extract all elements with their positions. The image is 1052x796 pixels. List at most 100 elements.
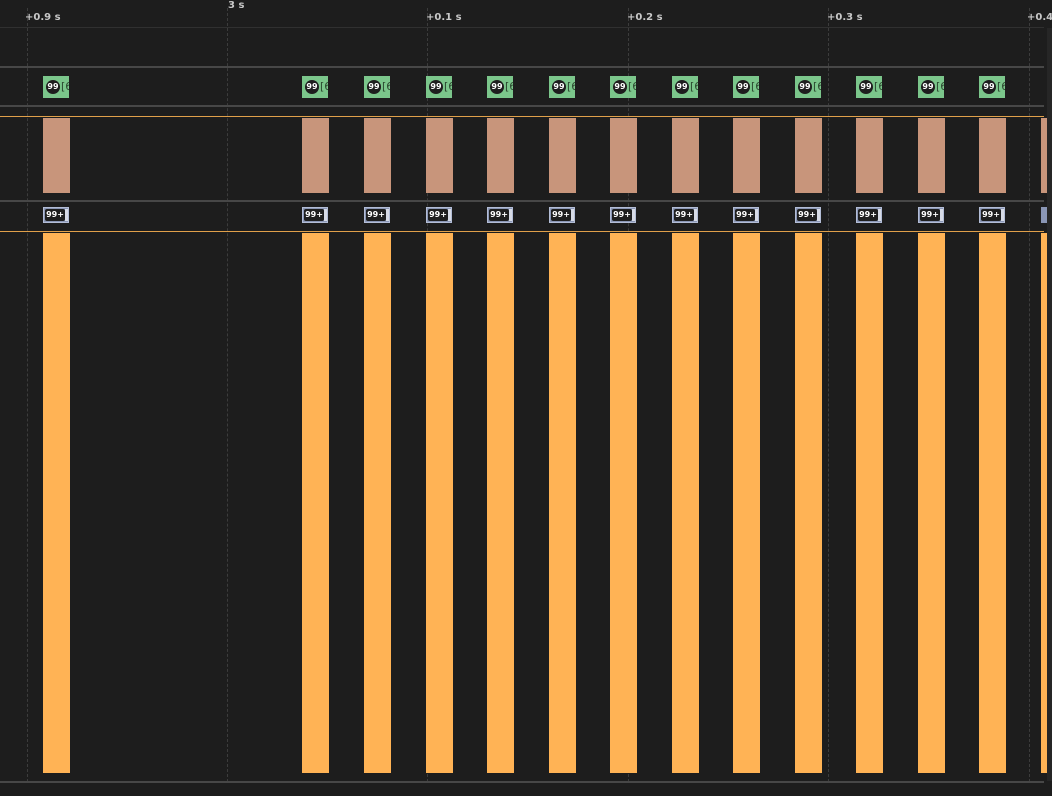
activity-block[interactable] (856, 118, 883, 193)
track-separator (0, 27, 1044, 28)
flag-marker[interactable]: 99+ (979, 207, 1005, 223)
marker-label: [6 (874, 80, 882, 93)
tick-label: +0.3 s (827, 12, 863, 23)
tick-label: +0.9 s (25, 12, 61, 23)
marker-badge[interactable]: 99 [6 (426, 76, 452, 98)
flag-tail (324, 209, 327, 221)
activity-block[interactable] (795, 118, 822, 193)
flag-marker[interactable]: 99+ (487, 207, 513, 223)
activity-bar[interactable] (733, 233, 760, 773)
marker-badge[interactable]: 99 [6 (795, 76, 821, 98)
activity-bar[interactable] (364, 233, 391, 773)
flag-tail (386, 209, 389, 221)
flag-marker[interactable]: 99+ (672, 207, 698, 223)
flag-marker[interactable]: 99+ (856, 207, 882, 223)
flag-tail (755, 209, 758, 221)
vertical-scrollbar[interactable] (1047, 28, 1052, 781)
marker-badge[interactable]: 99 [6 (549, 76, 575, 98)
activity-bar[interactable] (672, 233, 699, 773)
marker-label: [6 (813, 80, 821, 93)
flag-track: 99+ 99+ 99+ 99+ 99+ 99+ 99+ 99+ 99+ 99+ … (0, 202, 1052, 231)
activity-bar[interactable] (610, 233, 637, 773)
flag-marker[interactable]: 99+ (426, 207, 452, 223)
count-badge: 99+ (489, 209, 509, 221)
marker-label: [6 (936, 80, 944, 93)
flag-marker[interactable]: 99+ (302, 207, 328, 223)
activity-block[interactable] (733, 118, 760, 193)
count-badge: 99 (675, 80, 689, 94)
flag-marker[interactable]: 99+ (43, 207, 69, 223)
marker-badge[interactable]: 99 [6 (610, 76, 636, 98)
flag-tail (1001, 209, 1004, 221)
activity-block[interactable] (672, 118, 699, 193)
marker-label: [6 (505, 80, 513, 93)
flag-tail (817, 209, 820, 221)
flag-marker[interactable]: 99+ (364, 207, 390, 223)
activity-bar[interactable] (302, 233, 329, 773)
marker-badge[interactable]: 99 [6 (364, 76, 390, 98)
count-badge: 99+ (45, 209, 65, 221)
activity-block[interactable] (610, 118, 637, 193)
count-badge: 99+ (551, 209, 571, 221)
activity-bar[interactable] (43, 233, 70, 773)
activity-bar[interactable] (856, 233, 883, 773)
flag-marker[interactable]: 99+ (549, 207, 575, 223)
count-badge: 99+ (366, 209, 386, 221)
flag-tail (940, 209, 943, 221)
activity-block[interactable] (549, 118, 576, 193)
marker-badge[interactable]: 99 [6 (979, 76, 1005, 98)
count-badge: 99 (46, 80, 60, 94)
marker-label: [6 (690, 80, 698, 93)
flag-tail (448, 209, 451, 221)
count-badge: 99 (982, 80, 996, 94)
flag-tail (571, 209, 574, 221)
count-badge: 99+ (735, 209, 755, 221)
count-badge: 99 (613, 80, 627, 94)
marker-label: [6 (567, 80, 575, 93)
marker-label: [6 (382, 80, 390, 93)
count-badge: 99 (798, 80, 812, 94)
activity-block[interactable] (426, 118, 453, 193)
marker-badge[interactable]: 99 [6 (856, 76, 882, 98)
marker-badge[interactable]: 99 [6 (672, 76, 698, 98)
activity-block[interactable] (364, 118, 391, 193)
activity-bar[interactable] (487, 233, 514, 773)
flag-marker[interactable]: 99+ (733, 207, 759, 223)
activity-block[interactable] (302, 118, 329, 193)
marker-badge[interactable]: 99 [6 (733, 76, 759, 98)
activity-block[interactable] (487, 118, 514, 193)
activity-block[interactable] (43, 118, 70, 193)
count-badge: 99 (367, 80, 381, 94)
activity-bar[interactable] (918, 233, 945, 773)
activity-block[interactable] (979, 118, 1006, 193)
activity-bar[interactable] (979, 233, 1006, 773)
marker-label: [6 (61, 80, 69, 93)
track-separator (0, 105, 1044, 107)
count-badge: 99+ (858, 209, 878, 221)
count-badge: 99+ (981, 209, 1001, 221)
time-ruler[interactable]: +0.9 s 3 s +0.1 s +0.2 s +0.3 s +0.4 s (0, 0, 1052, 28)
tick-label: +0.2 s (627, 12, 663, 23)
count-badge: 99+ (428, 209, 448, 221)
marker-badge[interactable]: 99 [6 (302, 76, 328, 98)
flag-marker[interactable]: 99+ (918, 207, 944, 223)
count-badge: 99 (921, 80, 935, 94)
activity-bar[interactable] (549, 233, 576, 773)
flag-marker[interactable]: 99+ (610, 207, 636, 223)
count-badge: 99+ (674, 209, 694, 221)
marker-badge[interactable]: 99 [6 (487, 76, 513, 98)
count-badge: 99 (736, 80, 750, 94)
activity-bar[interactable] (795, 233, 822, 773)
marker-badge[interactable]: 99 [6 (43, 76, 69, 98)
count-badge: 99 (490, 80, 504, 94)
count-badge: 99+ (797, 209, 817, 221)
track-separator (0, 781, 1044, 783)
flag-marker[interactable]: 99+ (795, 207, 821, 223)
count-badge: 99 (859, 80, 873, 94)
count-badge: 99+ (920, 209, 940, 221)
marker-badge[interactable]: 99 [6 (918, 76, 944, 98)
activity-bar[interactable] (426, 233, 453, 773)
tick-label: +0.4 s (1027, 12, 1052, 23)
activity-block[interactable] (918, 118, 945, 193)
flag-tail (65, 209, 68, 221)
